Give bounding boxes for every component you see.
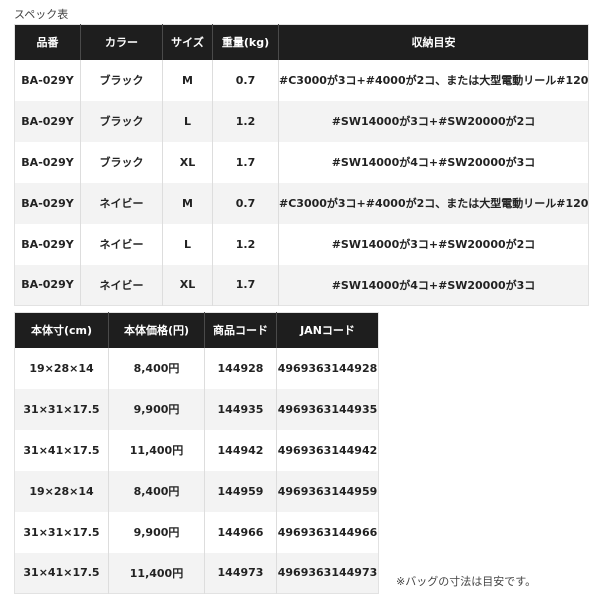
cell-color: ネイビー: [80, 223, 163, 265]
cell-product-code: 144973: [204, 552, 277, 594]
cell-product-code: 144959: [204, 470, 277, 512]
header-product-number: 品番: [14, 24, 81, 60]
cell-product-code: 144928: [204, 347, 277, 389]
cell-capacity: #SW14000が4コ+#SW20000が3コ: [278, 141, 589, 183]
cell-price: 9,900円: [108, 388, 205, 430]
table-row: 31×41×17.5 11,400円 144973 4969363144973: [14, 552, 379, 594]
table-row: BA-029Y ブラック M 0.7 #C3000が3コ+#4000が2コ、または大型電…: [14, 59, 589, 101]
cell-size: L: [162, 223, 213, 265]
cell-jan-code: 4969363144959: [276, 470, 379, 512]
cell-jan-code: 4969363144942: [276, 429, 379, 471]
cell-size: XL: [162, 141, 213, 183]
cell-weight: 0.7: [212, 182, 279, 224]
table-row: 19×28×14 8,400円 144928 4969363144928: [14, 347, 379, 389]
cell-color: ブラック: [80, 100, 163, 142]
table-row: 31×31×17.5 9,900円 144966 4969363144966: [14, 511, 379, 553]
cell-weight: 1.7: [212, 264, 279, 306]
cell-size: M: [162, 59, 213, 101]
cell-dimensions: 19×28×14: [14, 347, 109, 389]
cell-weight: 1.2: [212, 223, 279, 265]
section-title: スペック表: [14, 8, 69, 21]
table-row: 31×41×17.5 11,400円 144942 4969363144942: [14, 429, 379, 471]
price-table: 本体寸(cm) 本体価格(円) 商品コード JANコード 19×28×14 8,4…: [14, 312, 379, 594]
header-jan-code: JANコード: [276, 312, 379, 348]
cell-price: 9,900円: [108, 511, 205, 553]
cell-dimensions: 19×28×14: [14, 470, 109, 512]
spec-table-header-row: 品番 カラー サイズ 重量(kg) 収納目安: [14, 24, 589, 60]
cell-dimensions: 31×41×17.5: [14, 429, 109, 471]
cell-dimensions: 31×31×17.5: [14, 388, 109, 430]
cell-product-code: 144935: [204, 388, 277, 430]
cell-price: 8,400円: [108, 347, 205, 389]
cell-product-number: BA-029Y: [14, 264, 81, 306]
header-price: 本体価格(円): [108, 312, 205, 348]
cell-dimensions: 31×31×17.5: [14, 511, 109, 553]
cell-capacity: #C3000が3コ+#4000が2コ、または大型電動リール#12000が1コ: [278, 182, 589, 224]
spec-table: 品番 カラー サイズ 重量(kg) 収納目安 BA-029Y ブラック M 0.7 #C…: [14, 24, 589, 306]
table-row: BA-029Y ネイビー XL 1.7 #SW14000が4コ+#SW20000が3コ: [14, 264, 589, 306]
cell-capacity: #C3000が3コ+#4000が2コ、または大型電動リール#12000が1コ: [278, 59, 589, 101]
table-row: 19×28×14 8,400円 144959 4969363144959: [14, 470, 379, 512]
cell-size: L: [162, 100, 213, 142]
cell-price: 11,400円: [108, 429, 205, 471]
header-product-code: 商品コード: [204, 312, 277, 348]
table-row: BA-029Y ネイビー M 0.7 #C3000が3コ+#4000が2コ、または大型電…: [14, 182, 589, 224]
cell-price: 11,400円: [108, 552, 205, 594]
header-color: カラー: [80, 24, 163, 60]
table-row: BA-029Y ネイビー L 1.2 #SW14000が3コ+#SW20000が2コ: [14, 223, 589, 265]
cell-product-code: 144942: [204, 429, 277, 471]
cell-weight: 1.2: [212, 100, 279, 142]
cell-jan-code: 4969363144935: [276, 388, 379, 430]
price-table-header-row: 本体寸(cm) 本体価格(円) 商品コード JANコード: [14, 312, 379, 348]
cell-price: 8,400円: [108, 470, 205, 512]
cell-product-number: BA-029Y: [14, 100, 81, 142]
cell-size: M: [162, 182, 213, 224]
cell-dimensions: 31×41×17.5: [14, 552, 109, 594]
table-row: BA-029Y ブラック L 1.2 #SW14000が3コ+#SW20000が2コ: [14, 100, 589, 142]
header-weight: 重量(kg): [212, 24, 279, 60]
cell-weight: 0.7: [212, 59, 279, 101]
table-row: 31×31×17.5 9,900円 144935 4969363144935: [14, 388, 379, 430]
cell-capacity: #SW14000が3コ+#SW20000が2コ: [278, 223, 589, 265]
cell-jan-code: 4969363144973: [276, 552, 379, 594]
cell-product-number: BA-029Y: [14, 141, 81, 183]
cell-capacity: #SW14000が3コ+#SW20000が2コ: [278, 100, 589, 142]
cell-jan-code: 4969363144928: [276, 347, 379, 389]
cell-color: ブラック: [80, 59, 163, 101]
cell-weight: 1.7: [212, 141, 279, 183]
cell-jan-code: 4969363144966: [276, 511, 379, 553]
header-size: サイズ: [162, 24, 213, 60]
header-dimensions: 本体寸(cm): [14, 312, 109, 348]
cell-color: ブラック: [80, 141, 163, 183]
size-note: ※バッグの寸法は目安です。: [396, 575, 537, 588]
cell-product-number: BA-029Y: [14, 182, 81, 224]
header-capacity: 収納目安: [278, 24, 589, 60]
cell-product-number: BA-029Y: [14, 59, 81, 101]
cell-product-code: 144966: [204, 511, 277, 553]
table-row: BA-029Y ブラック XL 1.7 #SW14000が4コ+#SW20000が3コ: [14, 141, 589, 183]
cell-capacity: #SW14000が4コ+#SW20000が3コ: [278, 264, 589, 306]
cell-size: XL: [162, 264, 213, 306]
cell-color: ネイビー: [80, 182, 163, 224]
cell-color: ネイビー: [80, 264, 163, 306]
cell-product-number: BA-029Y: [14, 223, 81, 265]
